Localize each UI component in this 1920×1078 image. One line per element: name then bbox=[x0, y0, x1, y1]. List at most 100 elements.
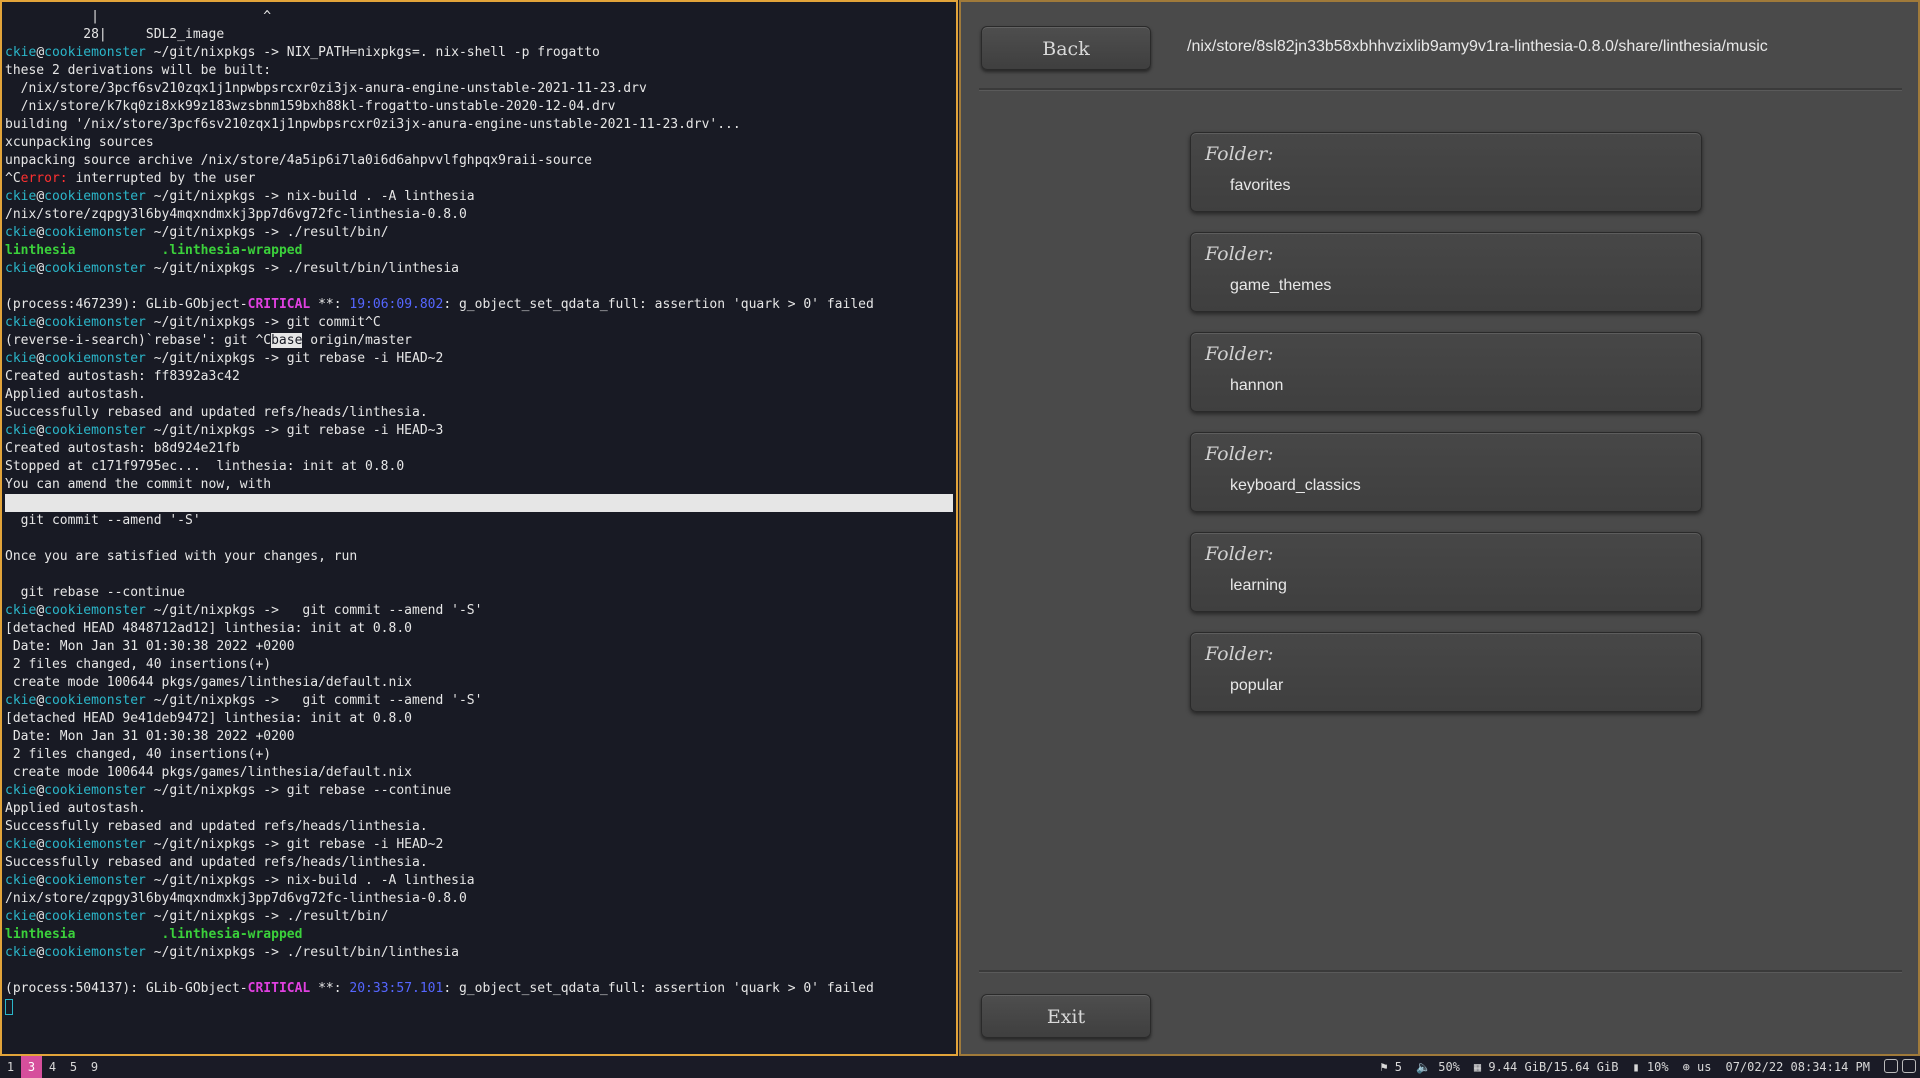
terminal-line: Stopped at c171f9795ec... linthesia: ini… bbox=[5, 459, 405, 474]
prompt-path: ~/git/nixpkgs bbox=[153, 837, 256, 852]
terminal-line: these 2 derivations will be built: bbox=[5, 63, 272, 78]
prompt-path: ~/git/nixpkgs bbox=[153, 45, 256, 60]
network-icon: ⚑ bbox=[1380, 1060, 1388, 1074]
terminal-line: ckie@cookiemonster ~/git/nixpkgs -> nix-… bbox=[5, 873, 475, 888]
terminal-line: /nix/store/zqpgy3l6by4mqxndmxkj3pp7d6vg7… bbox=[5, 891, 467, 906]
exit-button[interactable]: Exit bbox=[981, 994, 1151, 1038]
folder-item-favorites[interactable]: Folder: favorites bbox=[1190, 132, 1702, 212]
prompt-path: ~/git/nixpkgs bbox=[153, 873, 256, 888]
workspace-5[interactable]: 5 bbox=[63, 1056, 84, 1078]
system-tray bbox=[1884, 1059, 1916, 1073]
prompt-path: ~/git/nixpkgs bbox=[153, 315, 256, 330]
folder-item-hannon[interactable]: Folder: hannon bbox=[1190, 332, 1702, 412]
workspace-list: 13459 bbox=[0, 1056, 105, 1078]
folder-name: favorites bbox=[1230, 177, 1291, 194]
log-separator: **: bbox=[310, 297, 350, 312]
prompt-user: ckie bbox=[5, 351, 37, 366]
terminal-line: [detached HEAD 9e41deb9472] linthesia: i… bbox=[5, 711, 412, 726]
terminal-line: 2 files changed, 40 insertions(+) bbox=[5, 657, 272, 672]
linthesia-window[interactable]: Back /nix/store/8sl82jn33b58xbhhvzixlib9… bbox=[959, 0, 1920, 1056]
workspace-4[interactable]: 4 bbox=[42, 1056, 63, 1078]
folder-item-learning[interactable]: Folder: learning bbox=[1190, 532, 1702, 612]
workspace-9[interactable]: 9 bbox=[84, 1056, 105, 1078]
folder-name: game_themes bbox=[1230, 277, 1332, 294]
prompt-user: ckie bbox=[5, 225, 37, 240]
terminal-line bbox=[5, 494, 953, 512]
terminal-line: Once you are satisfied with your changes… bbox=[5, 549, 358, 564]
prompt-path: ~/git/nixpkgs bbox=[153, 261, 256, 276]
terminal-line: ckie@cookiemonster ~/git/nixpkgs -> git … bbox=[5, 693, 483, 708]
folder-item-game-themes[interactable]: Folder: game_themes bbox=[1190, 232, 1702, 312]
log-level: CRITICAL bbox=[247, 297, 311, 312]
folder-item-keyboard-classics[interactable]: Folder: keyboard_classics bbox=[1190, 432, 1702, 512]
folder-type-label: Folder: bbox=[1205, 243, 1274, 265]
terminal-line: /nix/store/zqpgy3l6by4mqxndmxkj3pp7d6vg7… bbox=[5, 207, 467, 222]
prompt-user: ckie bbox=[5, 189, 37, 204]
terminal-line: Applied autostash. bbox=[5, 801, 146, 816]
system-indicators: ⚑ 5 🔈 50% ▦ 9.44 GiB/15.64 GiB ▮ 10% ⊕ u… bbox=[1380, 1056, 1870, 1078]
terminal-line: ckie@cookiemonster ~/git/nixpkgs -> git … bbox=[5, 351, 444, 366]
terminal-line: ckie@cookiemonster ~/git/nixpkgs -> git … bbox=[5, 837, 444, 852]
status-bar: 13459 ⚑ 5 🔈 50% ▦ 9.44 GiB/15.64 GiB ▮ 1… bbox=[0, 1056, 1920, 1078]
terminal-output: | ^ 28| SDL2_image ckie@cookiemonster ~/g… bbox=[5, 8, 953, 1016]
window-icon[interactable] bbox=[1902, 1059, 1916, 1073]
terminal-line: 28| SDL2_image bbox=[5, 27, 225, 42]
prompt-path: ~/git/nixpkgs bbox=[153, 693, 256, 708]
ls-entry: .linthesia-wrapped bbox=[161, 927, 303, 942]
prompt-user: ckie bbox=[5, 261, 37, 276]
prompt-user: ckie bbox=[5, 603, 37, 618]
prompt-path: ~/git/nixpkgs bbox=[153, 351, 256, 366]
terminal-line: git commit --amend '-S' bbox=[5, 513, 201, 528]
prompt-user: ckie bbox=[5, 45, 37, 60]
prompt-path: ~/git/nixpkgs bbox=[153, 423, 256, 438]
folder-item-popular[interactable]: Folder: popular bbox=[1190, 632, 1702, 712]
prompt-user: ckie bbox=[5, 837, 37, 852]
terminal-line: linthesia .linthesia-wrapped bbox=[5, 926, 953, 944]
workspace-3[interactable]: 3 bbox=[21, 1056, 42, 1078]
back-button[interactable]: Back bbox=[981, 26, 1151, 70]
prompt-host: cookiemonster bbox=[44, 351, 146, 366]
prompt-command: ./result/bin/linthesia bbox=[286, 945, 459, 960]
volume-indicator[interactable]: 🔈 50% bbox=[1416, 1056, 1460, 1078]
terminal-line: ckie@cookiemonster ~/git/nixpkgs -> git … bbox=[5, 423, 444, 438]
folder-type-label: Folder: bbox=[1205, 443, 1274, 465]
prompt-user: ckie bbox=[5, 945, 37, 960]
prompt-command: git rebase --continue bbox=[286, 783, 452, 798]
prompt-path: ~/git/nixpkgs bbox=[153, 189, 256, 204]
prompt-command: ./result/bin/ bbox=[286, 909, 389, 924]
terminal-line: (reverse-i-search)`rebase': git ^Cbase o… bbox=[5, 332, 953, 350]
terminal-line: ^Cerror: interrupted by the user bbox=[5, 170, 953, 188]
error-prefix: ^C bbox=[5, 171, 21, 186]
search-prefix: (reverse-i-search)`rebase': git ^C bbox=[5, 333, 272, 348]
memory-icon: ▦ bbox=[1473, 1060, 1482, 1074]
log-level: CRITICAL bbox=[247, 981, 311, 996]
log-timestamp: 19:06:09.802 bbox=[349, 297, 444, 312]
terminal-line: ckie@cookiemonster ~/git/nixpkgs -> ./re… bbox=[5, 225, 389, 240]
terminal-window[interactable]: | ^ 28| SDL2_image ckie@cookiemonster ~/g… bbox=[0, 0, 958, 1056]
discord-icon[interactable] bbox=[1884, 1059, 1898, 1073]
error-message: interrupted by the user bbox=[67, 171, 256, 186]
terminal-line: | ^ bbox=[5, 9, 272, 24]
log-message: : g_object_set_qdata_full: assertion 'qu… bbox=[443, 297, 874, 312]
terminal-line: Date: Mon Jan 31 01:30:38 2022 +0200 bbox=[5, 639, 295, 654]
terminal-line: create mode 100644 pkgs/games/linthesia/… bbox=[5, 675, 412, 690]
prompt-host: cookiemonster bbox=[44, 783, 146, 798]
prompt-host: cookiemonster bbox=[44, 873, 146, 888]
workspace-1[interactable]: 1 bbox=[0, 1056, 21, 1078]
terminal-line: Successfully rebased and updated refs/he… bbox=[5, 855, 428, 870]
divider-bottom bbox=[979, 970, 1902, 973]
terminal-line: ckie@cookiemonster ~/git/nixpkgs -> ./re… bbox=[5, 909, 389, 924]
terminal-line: /nix/store/3pcf6sv210zqx1j1npwbpsrcxr0zi… bbox=[5, 81, 647, 96]
log-prefix: (process:467239): GLib-GObject- bbox=[5, 297, 248, 312]
network-indicator: ⚑ 5 bbox=[1380, 1060, 1403, 1074]
prompt-user: ckie bbox=[5, 909, 37, 924]
prompt-user: ckie bbox=[5, 873, 37, 888]
divider-top bbox=[979, 88, 1902, 91]
prompt-command: NIX_PATH=nixpkgs=. nix-shell -p frogatto bbox=[286, 45, 600, 60]
folder-name: keyboard_classics bbox=[1230, 477, 1361, 494]
terminal-line: create mode 100644 pkgs/games/linthesia/… bbox=[5, 765, 412, 780]
terminal-line: [detached HEAD 4848712ad12] linthesia: i… bbox=[5, 621, 412, 636]
folder-type-label: Folder: bbox=[1205, 343, 1274, 365]
